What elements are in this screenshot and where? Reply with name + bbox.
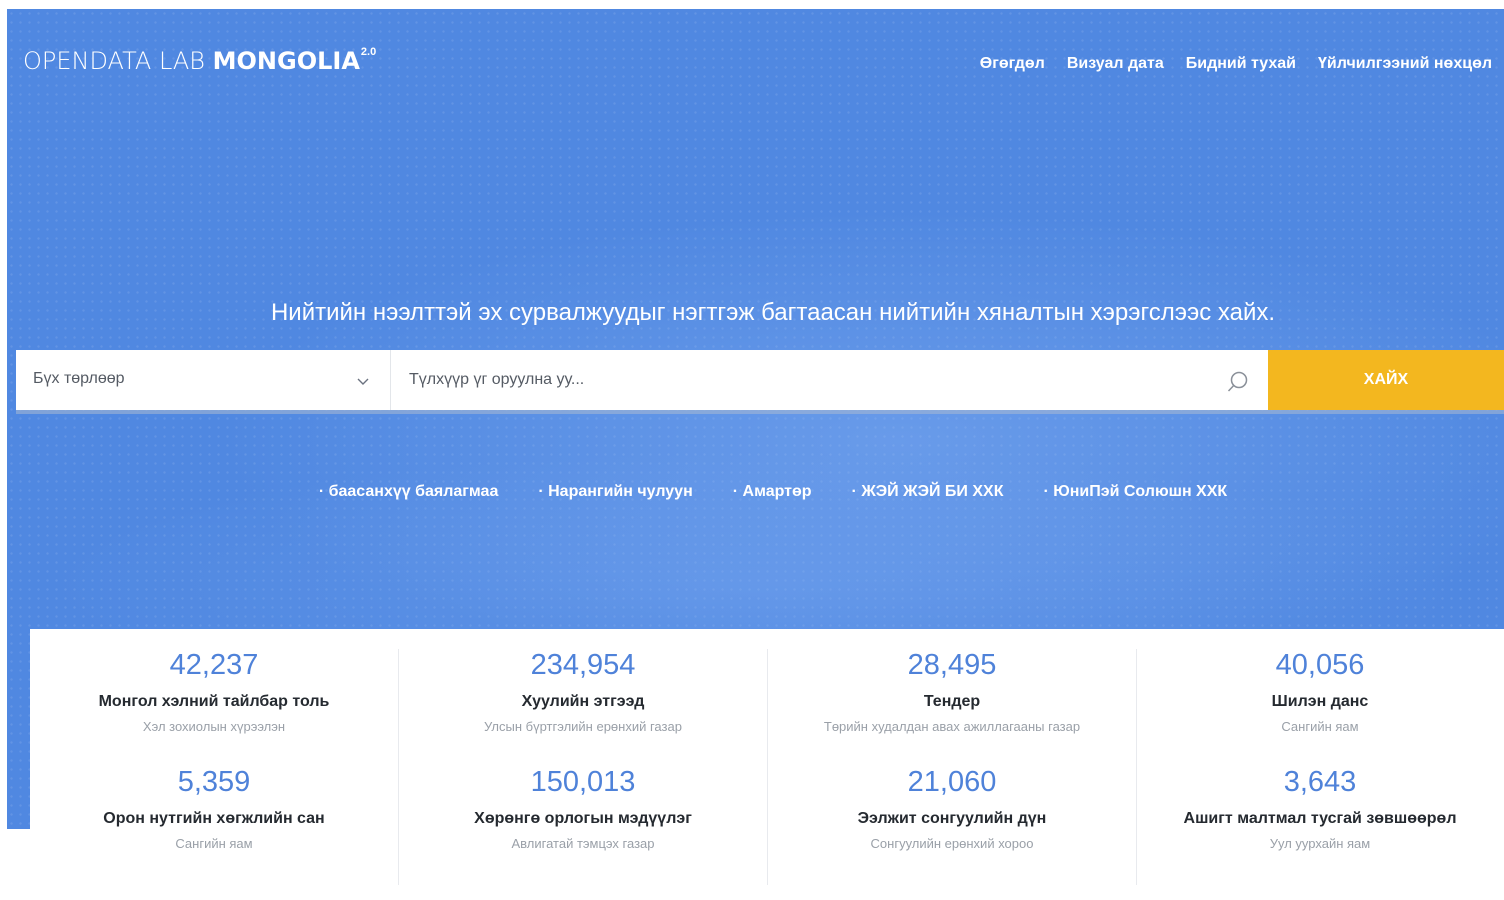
search-icon[interactable] [1226, 370, 1250, 394]
stats-column: 234,954 Хуулийн этгээд Улсын бүртгэлийн … [399, 649, 768, 885]
stat-title[interactable]: Орон нутгийн хөгжлийн сан [30, 809, 398, 829]
stat-number[interactable]: 150,013 [399, 766, 767, 798]
category-select-value: Бүх төрлөөр [33, 370, 125, 387]
stats-column: 28,495 Тендер Төрийн худалдан авах ажилл… [768, 649, 1137, 885]
stat-item: 21,060 Ээлжит сонгуулийн дүн Сонгуулийн … [768, 766, 1136, 852]
stat-item: 40,056 Шилэн данс Сангийн яам [1136, 649, 1504, 735]
nav-item-about[interactable]: Бидний тухай [1186, 55, 1296, 73]
stat-source: Сангийн яам [1281, 719, 1359, 734]
stat-number[interactable]: 5,359 [30, 766, 398, 798]
suggestion-link[interactable]: · баасанхүү баялагмаа [319, 483, 499, 501]
search-button[interactable]: ХАЙХ [1268, 350, 1504, 410]
suggestion-link[interactable]: · ЖЭЙ ЖЭЙ БИ ХХК [852, 483, 1004, 501]
stat-number[interactable]: 40,056 [1136, 649, 1504, 681]
logo-version: 2.0 [360, 46, 377, 58]
stat-item: 28,495 Тендер Төрийн худалдан авах ажилл… [768, 649, 1136, 735]
stat-number[interactable]: 234,954 [399, 649, 767, 681]
stat-item: 5,359 Орон нутгийн хөгжлийн сан Сангийн … [30, 766, 398, 852]
stats-column: 42,237 Монгол хэлний тайлбар толь Хэл зо… [30, 649, 399, 885]
chevron-down-icon [357, 378, 369, 385]
stat-item: 3,643 Ашигт малтмал тусгай зөвшөөрөл Уул… [1136, 766, 1504, 852]
stat-source: Сангийн яам [175, 836, 253, 851]
category-select[interactable]: Бүх төрлөөр [16, 350, 391, 410]
stat-item: 234,954 Хуулийн этгээд Улсын бүртгэлийн … [399, 649, 767, 735]
suggestion-link[interactable]: · Нарангийн чулуун [538, 483, 692, 501]
page: OPENDATA LAB MONGOLIA2.0 Өгөгдөл Визуал … [0, 0, 1504, 900]
popular-searches: · баасанхүү баялагмаа · Нарангийн чулуун… [7, 483, 1504, 501]
stat-source: Төрийн худалдан авах ажиллагааны газар [823, 719, 1081, 734]
stat-source: Авлигатай тэмцэх газар [511, 836, 655, 851]
nav-item-terms[interactable]: Үйлчилгээний нөхцөл [1318, 55, 1492, 73]
stat-title[interactable]: Ээлжит сонгуулийн дүн [768, 809, 1136, 829]
stat-source: Уул уурхайн яам [1269, 836, 1371, 851]
main-nav: Өгөгдөл Визуал дата Бидний тухай Үйлчилг… [980, 55, 1492, 73]
stat-title[interactable]: Хөрөнгө орлогын мэдүүлэг [399, 809, 767, 829]
stat-title[interactable]: Тендер [768, 692, 1136, 712]
stat-item: 42,237 Монгол хэлний тайлбар толь Хэл зо… [30, 649, 398, 735]
search-bar: Бүх төрлөөр ХАЙХ [16, 350, 1504, 410]
stat-number[interactable]: 28,495 [768, 649, 1136, 681]
stat-title[interactable]: Ашигт малтмал тусгай зөвшөөрөл [1136, 809, 1504, 829]
stat-title[interactable]: Шилэн данс [1136, 692, 1504, 712]
stat-title[interactable]: Монгол хэлний тайлбар толь [30, 692, 398, 712]
suggestion-link[interactable]: · Амартөр [733, 483, 812, 501]
stats-panel: 42,237 Монгол хэлний тайлбар толь Хэл зо… [30, 629, 1504, 900]
nav-item-visual-data[interactable]: Визуал дата [1067, 55, 1164, 73]
stats-column: 40,056 Шилэн данс Сангийн яам 3,643 Ашиг… [1136, 649, 1504, 885]
stat-item: 150,013 Хөрөнгө орлогын мэдүүлэг Авлигат… [399, 766, 767, 852]
logo-bold-text: MONGOLIA [212, 47, 360, 75]
stat-source: Сонгуулийн ерөнхий хороо [870, 836, 1034, 851]
stat-title[interactable]: Хуулийн этгээд [399, 692, 767, 712]
site-logo[interactable]: OPENDATA LAB MONGOLIA2.0 [23, 45, 376, 76]
suggestion-link[interactable]: · ЮниПэй Солюшн ХХК [1043, 483, 1227, 501]
stat-source: Хэл зохиолын хүрээлэн [142, 719, 286, 734]
stat-number[interactable]: 42,237 [30, 649, 398, 681]
search-input[interactable] [409, 350, 1209, 410]
hero-tagline: Нийтийн нээлттэй эх сурвалжуудыг нэгтгэж… [270, 299, 1276, 326]
stat-number[interactable]: 21,060 [768, 766, 1136, 798]
stat-number[interactable]: 3,643 [1136, 766, 1504, 798]
logo-light-text: OPENDATA LAB [23, 47, 213, 75]
stat-source: Улсын бүртгэлийн ерөнхий газар [484, 719, 682, 734]
search-field-wrapper [391, 350, 1268, 410]
nav-item-data[interactable]: Өгөгдөл [980, 55, 1045, 73]
